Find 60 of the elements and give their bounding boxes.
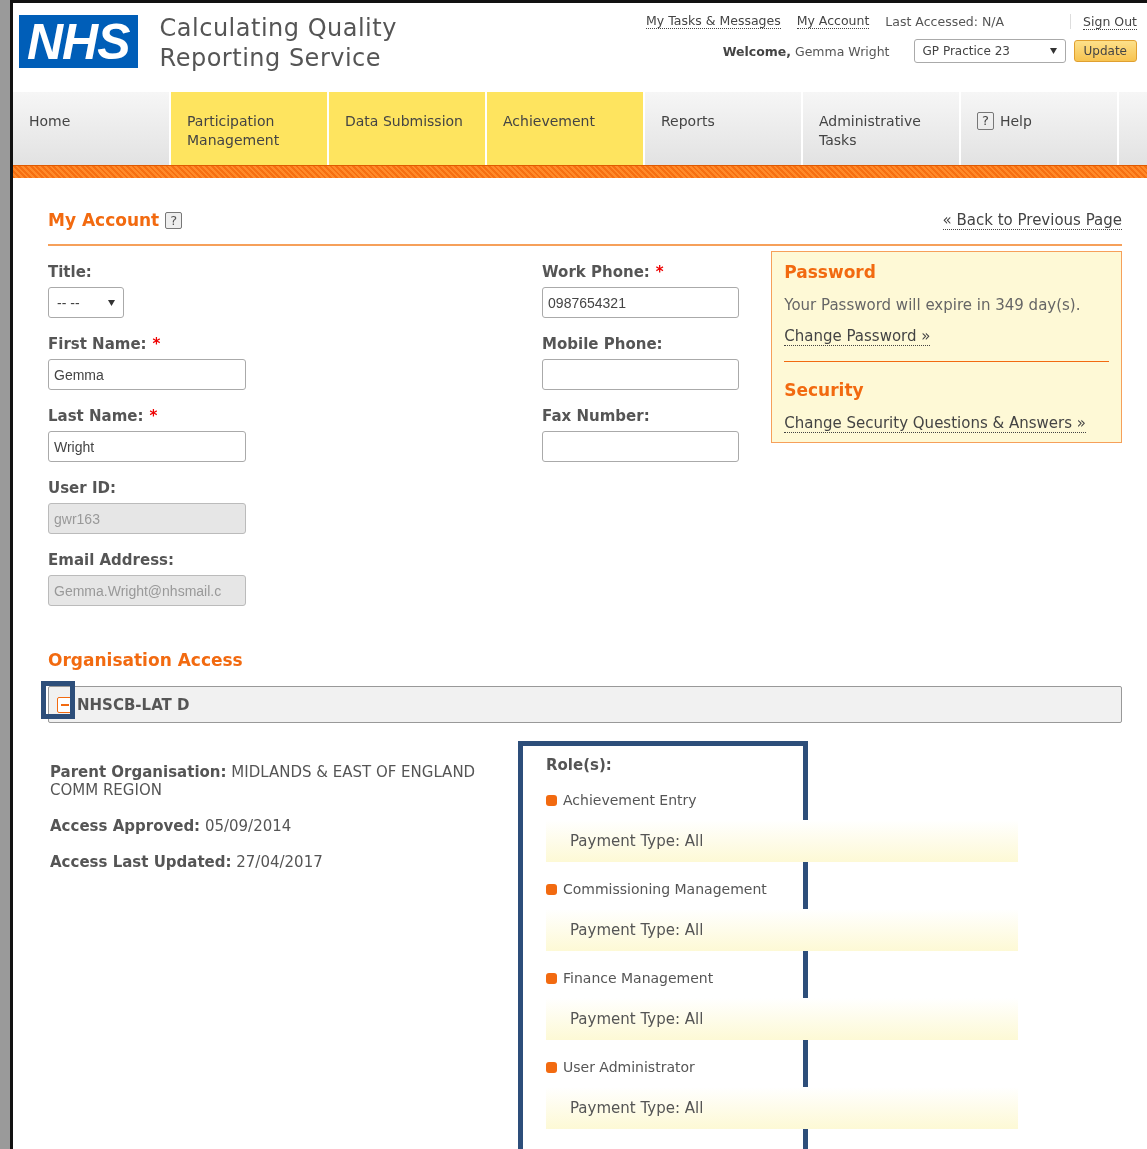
- header-link[interactable]: My Account: [796, 13, 870, 29]
- organisation-name: NHSCB-LAT D: [77, 695, 190, 714]
- bullet-icon: [546, 883, 557, 895]
- page-title: My Account: [48, 210, 160, 230]
- bullet-icon: [546, 972, 557, 984]
- detail-text: Parent Organisation: MIDLANDS & EAST OF ENGLAND COMM REGION: [50, 763, 477, 799]
- field-label: Email Address:: [48, 551, 174, 569]
- input-field[interactable]: Wright: [48, 431, 246, 462]
- required-mark: *: [655, 263, 664, 281]
- last-accessed: Last Accessed: N/A: [885, 13, 1005, 29]
- role-name: Commissioning Management: [563, 881, 767, 897]
- payment-type: Payment Type: All: [546, 820, 1018, 862]
- nav-tab[interactable]: Participation Management: [171, 92, 329, 165]
- field-label: First Name:: [48, 335, 147, 353]
- role-name: Achievement Entry: [563, 792, 697, 808]
- panel-heading: Security: [784, 380, 865, 400]
- required-mark: *: [152, 335, 161, 353]
- field-label: Fax Number:: [542, 407, 650, 425]
- payment-type: Payment Type: All: [546, 1087, 1018, 1129]
- role-name: User Administrator: [563, 1059, 695, 1075]
- detail-text: Access Last Updated: 27/04/2017: [50, 853, 324, 871]
- practice-select[interactable]: GP Practice 23: [913, 39, 1066, 63]
- nav-tab[interactable]: Achievement: [487, 92, 645, 165]
- header-link[interactable]: My Tasks & Messages: [646, 13, 781, 29]
- input-field[interactable]: [542, 431, 740, 462]
- roles-heading: Role(s):: [546, 756, 613, 774]
- expiry-message: Your Password will expire in 349 day(s).: [784, 296, 1082, 314]
- required-mark: *: [149, 407, 158, 425]
- bullet-icon: [546, 1061, 557, 1073]
- help-icon[interactable]: ?: [165, 211, 183, 229]
- help-icon: ?: [977, 112, 994, 130]
- panel-heading: Password: [784, 262, 877, 282]
- detail-text: Access Approved: 05/09/2014: [50, 817, 293, 835]
- change-password-link[interactable]: Change Password »: [784, 327, 931, 346]
- field-label: Work Phone:: [542, 263, 650, 281]
- field-label: Last Name:: [48, 407, 144, 425]
- service-title: Calculating Quality: [159, 12, 397, 43]
- role-name: Finance Management: [563, 970, 714, 986]
- back-link[interactable]: « Back to Previous Page: [942, 210, 1122, 230]
- field-label: User ID:: [48, 479, 116, 497]
- service-title: Reporting Service: [159, 42, 383, 73]
- header-link[interactable]: Sign Out: [1083, 13, 1137, 30]
- caret-icon: [108, 299, 115, 306]
- highlight-frame: [41, 681, 75, 719]
- section-heading: Organisation Access: [48, 650, 244, 670]
- change-security-link[interactable]: Change Security Questions & Answers »: [784, 414, 1086, 433]
- caret-icon: [1049, 48, 1057, 54]
- payment-type: Payment Type: All: [546, 998, 1018, 1040]
- bullet-icon: [546, 794, 557, 806]
- payment-type: Payment Type: All: [546, 909, 1018, 951]
- input-field[interactable]: [542, 359, 740, 390]
- field-label: Mobile Phone:: [542, 335, 663, 353]
- field-label: Title:: [48, 263, 92, 281]
- nhs-logo: NHS: [19, 15, 138, 68]
- update-button[interactable]: Update: [1073, 40, 1137, 62]
- input-field[interactable]: Gemma: [48, 359, 246, 390]
- title-select[interactable]: -- --: [48, 287, 124, 318]
- nav-tab[interactable]: Data Submission: [329, 92, 487, 165]
- input-field[interactable]: 0987654321: [542, 287, 740, 318]
- welcome-text: Welcome, Gemma Wright: [722, 43, 890, 59]
